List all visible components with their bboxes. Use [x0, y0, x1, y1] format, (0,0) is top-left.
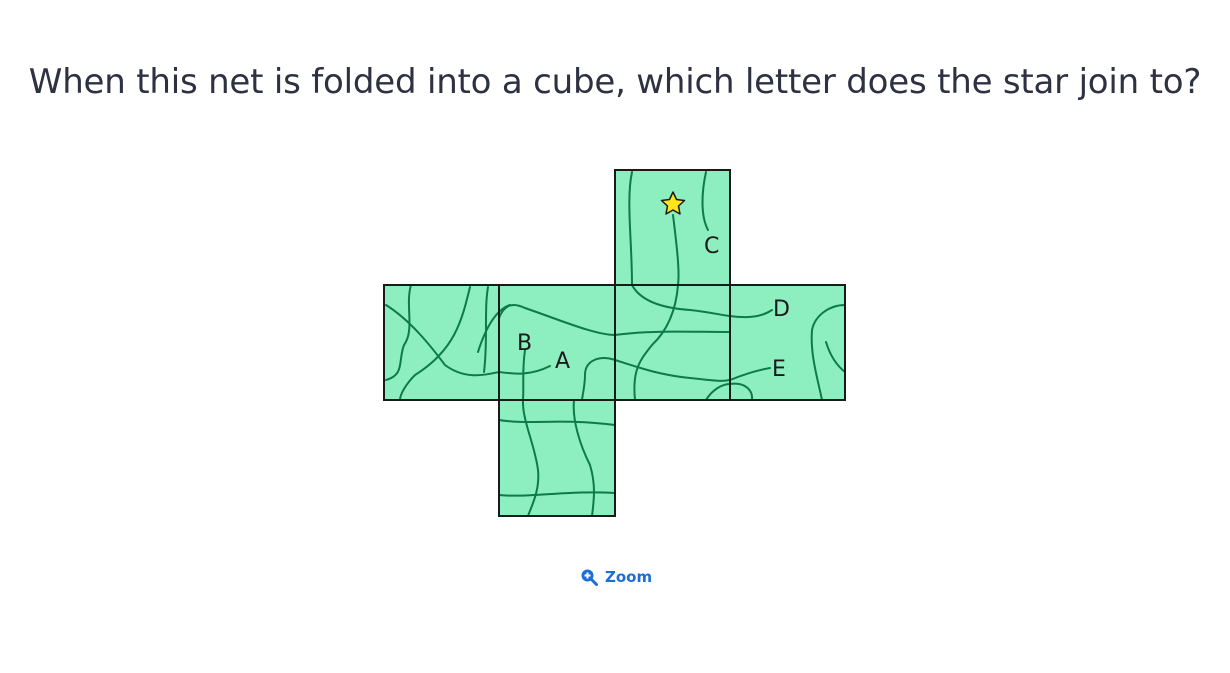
zoom-button[interactable]: Zoom — [580, 568, 652, 586]
face-center — [615, 285, 730, 400]
letter-b: B — [517, 331, 532, 356]
face-bottom — [499, 400, 615, 516]
letter-c: C — [704, 234, 719, 259]
letter-d: D — [773, 297, 790, 322]
zoom-in-icon — [580, 568, 598, 586]
zoom-label: Zoom — [605, 568, 653, 586]
letter-e: E — [772, 357, 786, 382]
letter-a: A — [555, 349, 570, 374]
